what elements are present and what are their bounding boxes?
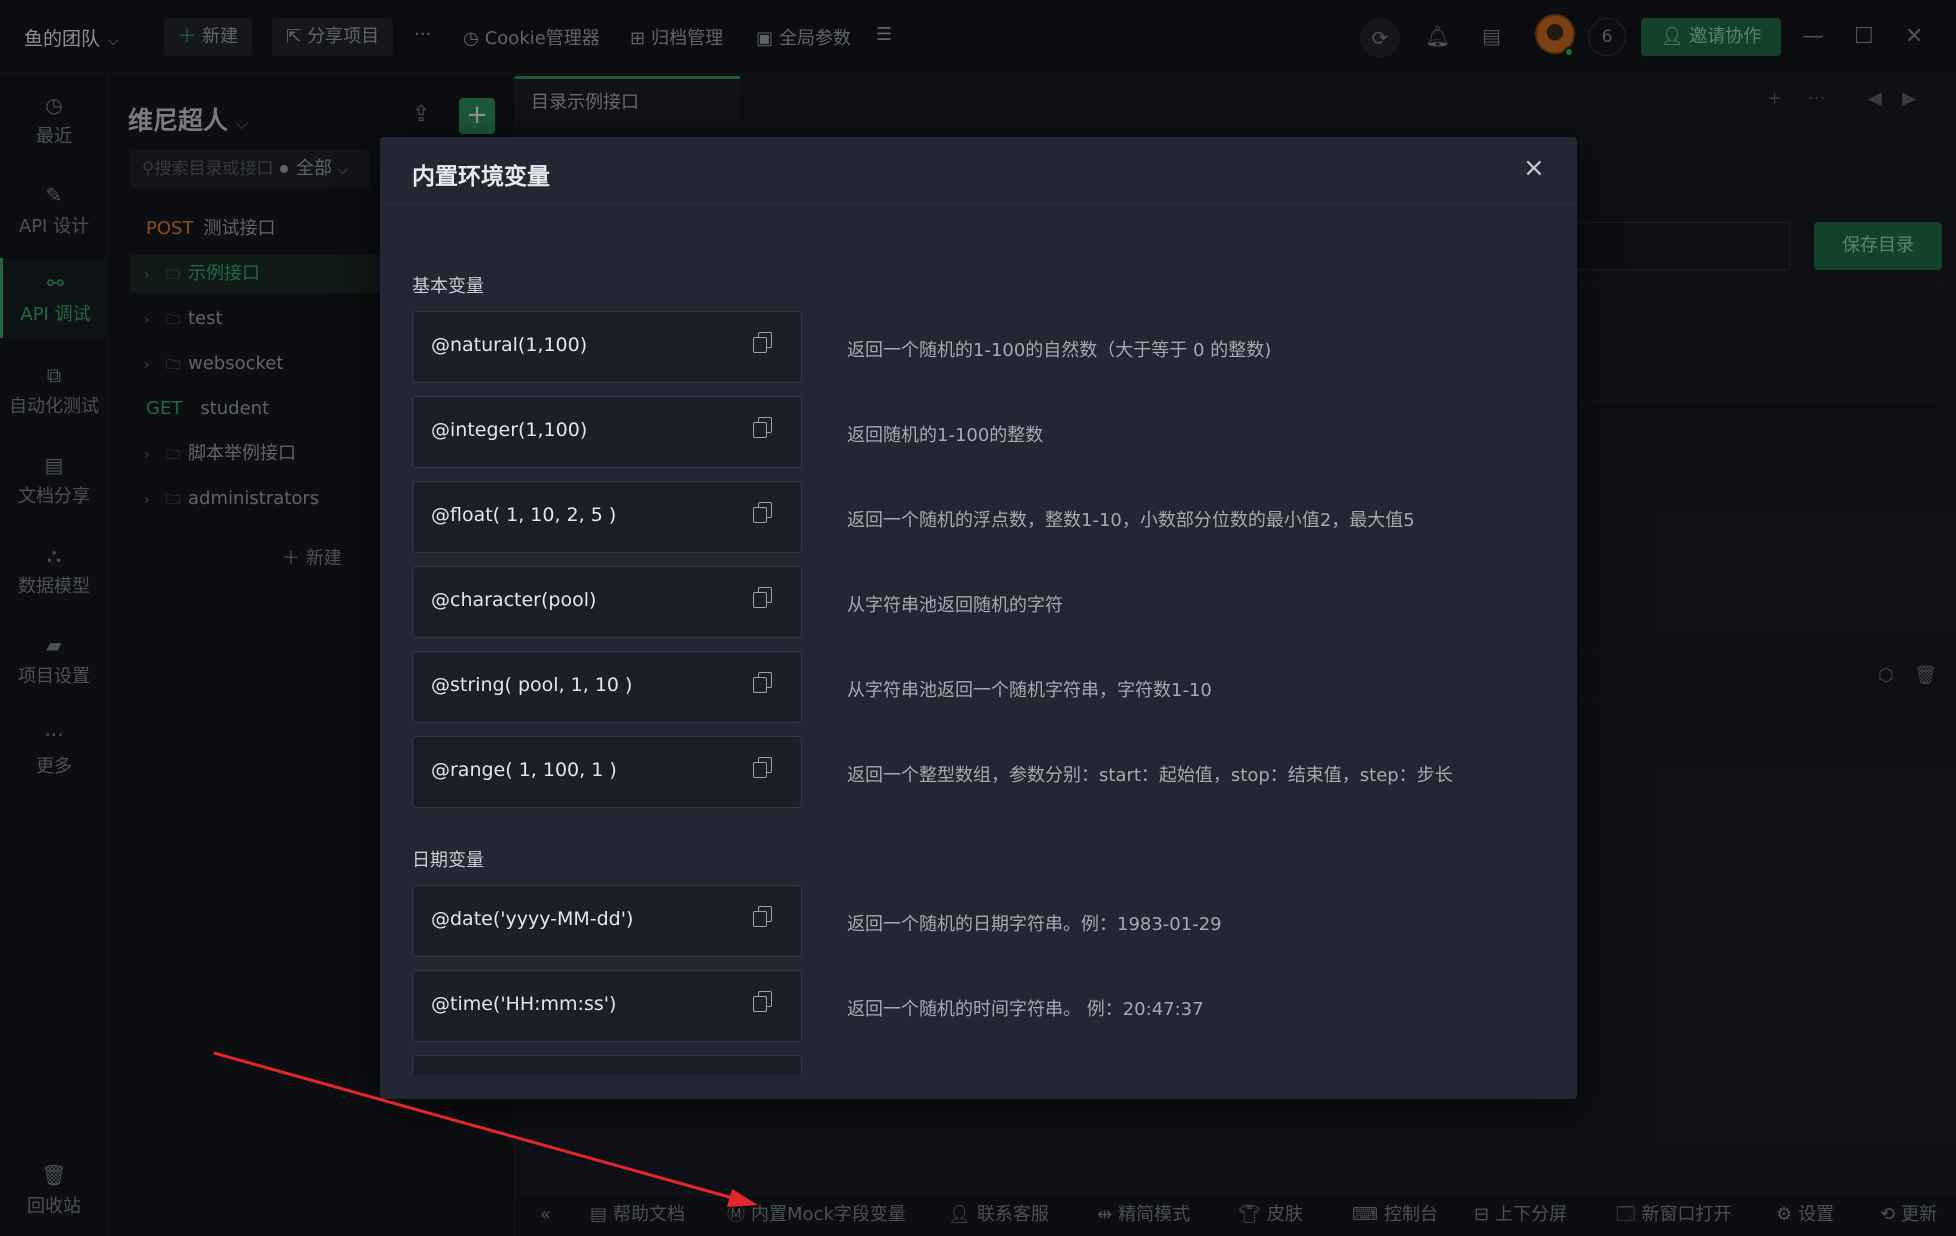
copy-icon[interactable] [753,332,772,353]
variable-code-box[interactable]: @date('yyyy-MM-dd') [412,885,802,957]
variable-code: @date('yyyy-MM-dd') [431,908,634,930]
variable-description: 返回随机的1-100的整数 [847,425,1044,446]
variable-code: @float( 1, 10, 2, 5 ) [431,504,617,526]
modal-title: 内置环境变量 [412,164,550,190]
variable-description: 从字符串池返回随机的字符 [847,595,1063,616]
variable-description: 返回一个随机的1-100的自然数（大于等于 0 的整数) [847,340,1272,361]
variable-code-box[interactable]: @time('HH:mm:ss') [412,970,802,1042]
variable-code-box[interactable]: @range( 1, 100, 1 ) [412,736,802,808]
variable-description: 返回一个整型数组，参数分别：start：起始值，stop：结束值，step：步长 [847,765,1453,786]
variable-code-box[interactable]: @float( 1, 10, 2, 5 ) [412,481,802,553]
variable-code-box[interactable]: @natural(1,100) [412,311,802,383]
variable-code: @natural(1,100) [431,334,588,356]
modal-header: 内置环境变量 × [380,137,1577,204]
variable-code-box-cutoff[interactable] [412,1055,802,1075]
copy-icon[interactable] [753,906,772,927]
copy-icon[interactable] [753,991,772,1012]
variable-description: 返回一个随机的浮点数，整数1-10，小数部分位数的最小值2，最大值5 [847,510,1415,531]
section-title-date: 日期变量 [412,850,484,871]
variable-code: @integer(1,100) [431,419,588,441]
variable-code: @string( pool, 1, 10 ) [431,674,633,696]
variable-code: @range( 1, 100, 1 ) [431,759,617,781]
copy-icon[interactable] [753,672,772,693]
section-title-basic: 基本变量 [412,276,484,297]
builtin-variables-modal: 内置环境变量 × 基本变量 @natural(1,100) 返回一个随机的1-1… [380,137,1577,1099]
variable-code-box[interactable]: @integer(1,100) [412,396,802,468]
variable-description: 从字符串池返回一个随机字符串，字符数1-10 [847,680,1212,701]
copy-icon[interactable] [753,587,772,608]
variable-code: @character(pool) [431,589,597,611]
variable-code: @time('HH:mm:ss') [431,993,617,1015]
close-icon[interactable]: × [1523,153,1545,183]
copy-icon[interactable] [753,417,772,438]
variable-code-box[interactable]: @string( pool, 1, 10 ) [412,651,802,723]
copy-icon[interactable] [753,757,772,778]
variable-description: 返回一个随机的日期字符串。例：1983-01-29 [847,914,1222,935]
variable-code-box[interactable]: @character(pool) [412,566,802,638]
variable-description: 返回一个随机的时间字符串。 例：20:47:37 [847,999,1204,1020]
copy-icon[interactable] [753,502,772,523]
